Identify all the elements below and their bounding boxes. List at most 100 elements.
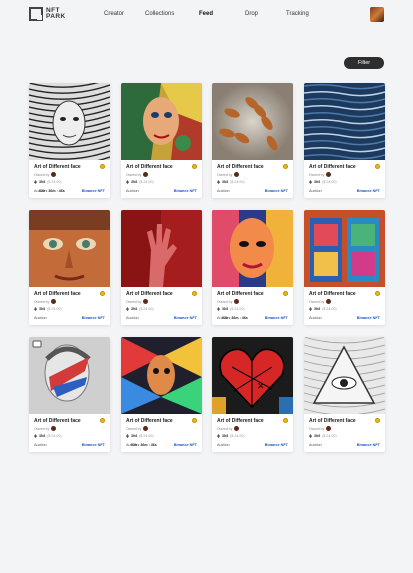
nft-artwork-image[interactable] [29,210,110,287]
marketplace-link[interactable]: Binance NFT [174,316,197,320]
user-avatar[interactable] [370,7,384,22]
owner-label: Owned by [34,299,50,304]
price-value: 3ħ8 [131,307,138,311]
owner-row: Owned by [126,299,149,304]
marketplace-link[interactable]: Binance NFT [82,443,105,447]
nav-feed[interactable]: Feed [199,11,213,17]
card-title: Art of Different face [34,418,81,424]
nft-artwork-image[interactable] [29,337,110,414]
nft-card[interactable]: 02h : 36m : 46s Art of Different face Ow… [29,83,110,198]
bnb-coin-icon [192,291,197,296]
sale-type: Auction [34,443,47,447]
owner-avatar[interactable] [234,426,240,431]
owner-avatar[interactable] [234,172,240,177]
owner-avatar[interactable] [51,172,57,177]
owner-avatar[interactable] [51,299,57,304]
owner-avatar[interactable] [326,426,332,431]
nft-artwork-image[interactable] [121,210,202,287]
owner-row: Owned by [217,426,240,431]
owner-avatar[interactable] [234,299,240,304]
nav-collections[interactable]: Collections [145,11,174,17]
marketplace-link[interactable]: Binance NFT [265,443,288,447]
nft-artwork-image[interactable] [121,83,202,160]
eth-icon [309,434,312,438]
owner-avatar[interactable] [143,299,149,304]
price-value: 3ħ8 [131,180,138,184]
owner-avatar[interactable] [51,426,57,431]
nft-card[interactable]: Art of Different face Owned by 3ħ8 ($ 24… [121,83,202,198]
eth-icon [126,180,129,184]
price-row: 3ħ8 ($ 24.00) [34,180,62,184]
nav-creator[interactable]: Creator [104,11,124,17]
brand-line-2: PARK [46,13,66,20]
nft-card[interactable]: Art of Different face Owned by 3ħ8 ($ 24… [212,83,293,198]
marketplace-link[interactable]: Binance NFT [357,189,380,193]
nav-drop[interactable]: Drop [245,11,258,17]
price-value: 3ħ8 [222,434,229,438]
eth-icon [34,434,37,438]
price-value: 3ħ8 [222,307,229,311]
sale-type: Auction [34,316,47,320]
price-fiat: ($ 24.00) [47,180,62,184]
bnb-coin-icon [283,418,288,423]
nft-card[interactable]: Art of Different face Owned by 3ħ8 ($ 24… [29,337,110,452]
bnb-coin-icon [192,164,197,169]
bnb-coin-icon [375,291,380,296]
price-row: 3ħ8 ($ 24.00) [217,307,245,311]
brand-logo[interactable]: NFT PARK [29,7,66,21]
nft-card[interactable]: Art of Different face Owned by 3ħ8 ($ 24… [304,210,385,325]
owner-avatar[interactable] [326,172,332,177]
marketplace-link[interactable]: Binance NFT [174,189,197,193]
owner-label: Owned by [126,426,142,431]
card-title: Art of Different face [126,418,173,424]
price-value: 3ħ8 [39,434,46,438]
nft-card[interactable]: 02h : 36m : 46s Art of Different face Ow… [121,337,202,452]
nft-artwork-image[interactable] [121,337,202,414]
owner-avatar[interactable] [143,172,149,177]
nft-artwork-image[interactable] [304,83,385,160]
nft-card[interactable]: Art of Different face Owned by 3ħ8 ($ 24… [121,210,202,325]
nft-card[interactable]: ✕ Art of Different face Owned by 3ħ8 ($ … [212,337,293,452]
owner-label: Owned by [309,299,325,304]
price-fiat: ($ 24.00) [322,307,337,311]
nft-artwork-image[interactable] [304,210,385,287]
marketplace-link[interactable]: Binance NFT [357,316,380,320]
marketplace-link[interactable]: Binance NFT [265,316,288,320]
nft-artwork-image[interactable] [212,210,293,287]
owner-row: Owned by [217,299,240,304]
card-title: Art of Different face [309,291,356,297]
owner-label: Owned by [217,426,233,431]
marketplace-link[interactable]: Binance NFT [265,189,288,193]
nft-artwork-image[interactable] [212,83,293,160]
owner-row: Owned by [309,172,332,177]
filter-button[interactable]: Filter [344,57,384,69]
owner-avatar[interactable] [326,299,332,304]
price-value: 3ħ8 [39,307,46,311]
price-row: 3ħ8 ($ 24.00) [126,434,154,438]
eth-icon [34,180,37,184]
eth-icon [126,434,129,438]
marketplace-link[interactable]: Binance NFT [174,443,197,447]
nft-artwork-image[interactable] [304,337,385,414]
price-fiat: ($ 24.00) [47,434,62,438]
owner-avatar[interactable] [143,426,149,431]
owner-label: Owned by [217,172,233,177]
nft-artwork-image[interactable] [29,83,110,160]
marketplace-link[interactable]: Binance NFT [82,316,105,320]
price-row: 3ħ8 ($ 24.00) [217,180,245,184]
nft-card[interactable]: Art of Different face Owned by 3ħ8 ($ 24… [304,337,385,452]
nav-tracking[interactable]: Tracking [286,11,309,17]
nft-card[interactable]: Art of Different face Owned by 3ħ8 ($ 24… [29,210,110,325]
marketplace-link[interactable]: Binance NFT [82,189,105,193]
nft-card[interactable]: 02h : 36m : 46s Art of Different face Ow… [212,210,293,325]
nft-artwork-image[interactable]: ✕ [212,337,293,414]
price-row: 3ħ8 ($ 24.00) [309,307,337,311]
price-fiat: ($ 24.00) [322,180,337,184]
top-navigation-bar: NFT PARK Creator Collections Feed Drop T… [0,0,413,30]
nft-card[interactable]: Art of Different face Owned by 3ħ8 ($ 24… [304,83,385,198]
card-title: Art of Different face [217,418,264,424]
eth-icon [126,307,129,311]
sale-type: Auction [217,189,230,193]
price-fiat: ($ 24.00) [230,434,245,438]
marketplace-link[interactable]: Binance NFT [357,443,380,447]
